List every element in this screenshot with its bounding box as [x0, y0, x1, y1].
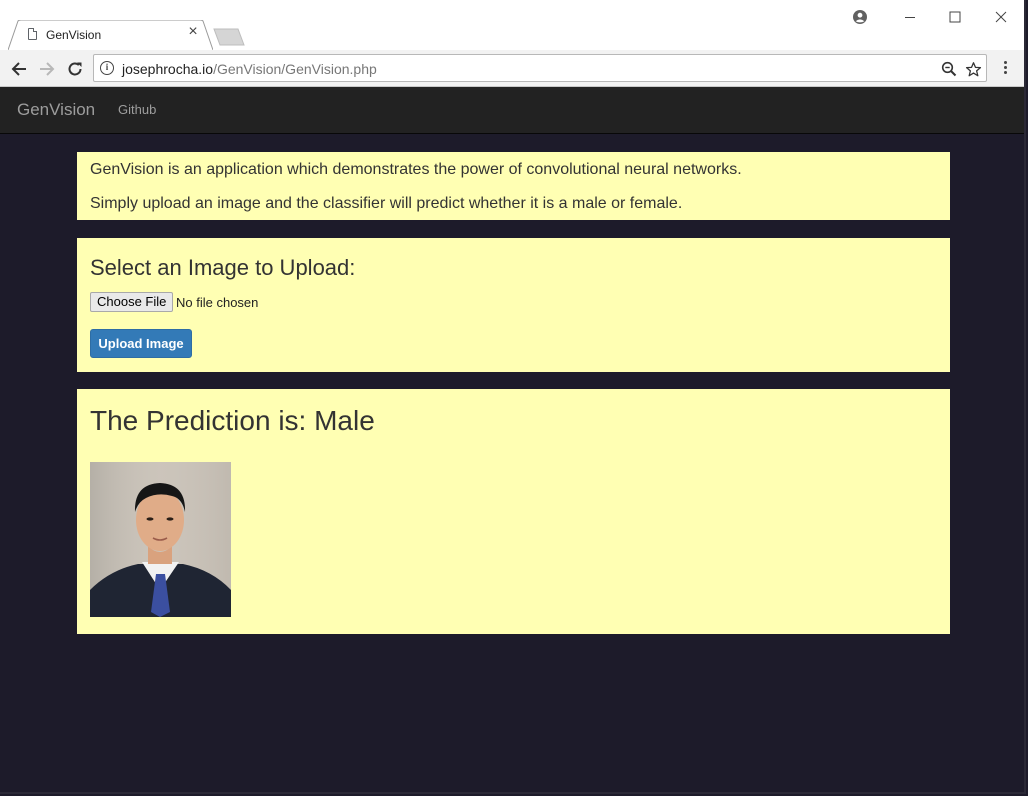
address-bar[interactable]: i josephrocha.io/GenVision/GenVision.php — [93, 54, 987, 82]
uploaded-photo — [90, 462, 231, 617]
menu-icon[interactable] — [996, 59, 1014, 79]
web-page: GenVision Github GenVision is an applica… — [0, 87, 1024, 792]
url-path: /GenVision/GenVision.php — [213, 61, 377, 77]
close-icon[interactable]: × — [185, 24, 201, 40]
url-text[interactable]: josephrocha.io/GenVision/GenVision.php — [122, 61, 377, 77]
star-icon[interactable] — [963, 59, 983, 79]
document-icon — [28, 28, 37, 40]
minimize-icon[interactable] — [899, 6, 921, 28]
upload-panel: Select an Image to Upload: Choose File N… — [77, 238, 950, 372]
reload-icon[interactable] — [64, 58, 86, 80]
zoom-icon[interactable] — [939, 59, 959, 79]
window-close-icon[interactable] — [990, 6, 1012, 28]
navbar-brand[interactable]: GenVision — [17, 100, 95, 120]
intro-line-2: Simply upload an image and the classifie… — [90, 195, 683, 212]
choose-file-button[interactable]: Choose File — [90, 292, 174, 312]
url-host: josephrocha.io — [122, 61, 214, 77]
tab-title: GenVision — [46, 28, 102, 42]
intro-line-1: GenVision is an application which demons… — [90, 161, 742, 178]
profile-icon[interactable] — [849, 6, 871, 28]
upload-image-button[interactable]: Upload Image — [90, 329, 192, 358]
maximize-icon[interactable] — [944, 6, 966, 28]
tab-shape — [8, 20, 213, 50]
info-icon[interactable]: i — [100, 61, 114, 75]
new-tab-button[interactable] — [212, 28, 246, 46]
forward-icon[interactable] — [36, 58, 58, 80]
nav-link-github[interactable]: Github — [118, 102, 156, 117]
prediction-heading: The Prediction is: Male — [90, 405, 375, 436]
back-icon[interactable] — [8, 58, 30, 80]
file-status: No file chosen — [176, 295, 259, 310]
tab-strip: GenVision × — [0, 0, 1024, 50]
upload-heading: Select an Image to Upload: — [90, 255, 356, 280]
result-panel: The Prediction is: Male — [77, 389, 950, 634]
site-navbar: GenVision Github — [0, 87, 1024, 134]
intro-panel: GenVision is an application which demons… — [77, 152, 950, 220]
tab-genvision[interactable]: GenVision × — [8, 20, 213, 50]
browser-window: GenVision × i josephrocha.io/GenVision/G… — [0, 0, 1026, 794]
browser-toolbar: i josephrocha.io/GenVision/GenVision.php — [0, 50, 1024, 87]
